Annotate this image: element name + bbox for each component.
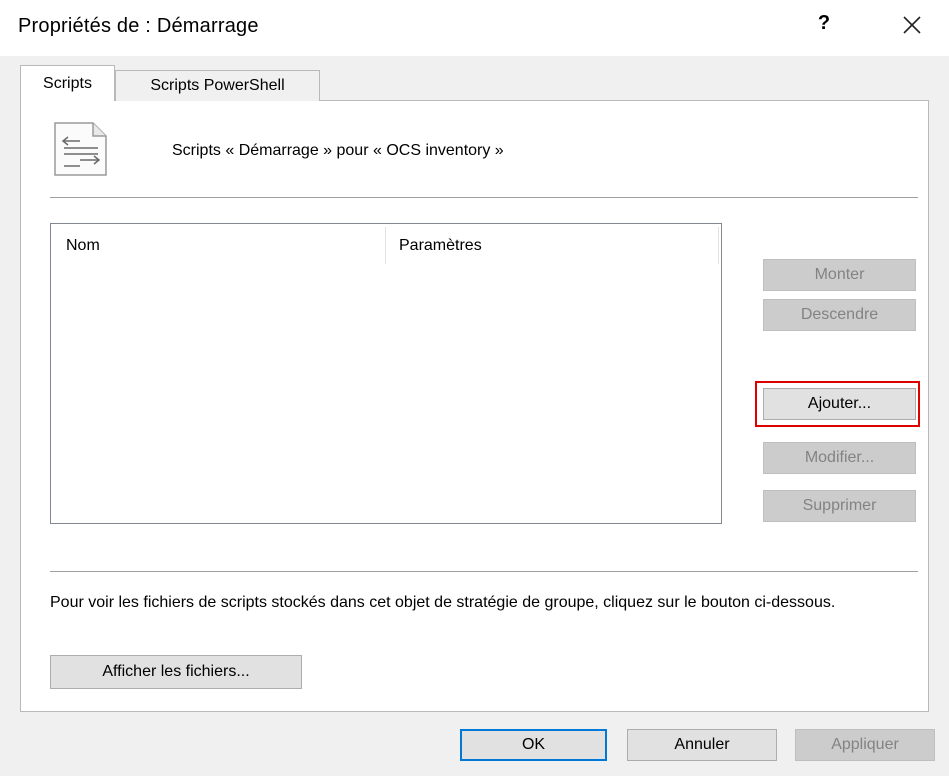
ok-button[interactable]: OK (460, 729, 607, 761)
close-button[interactable] (896, 8, 930, 42)
info-text: Pour voir les fichiers de scripts stocké… (50, 594, 836, 611)
column-separator-end (718, 227, 719, 264)
divider-top (50, 197, 918, 198)
move-up-button[interactable]: Monter (763, 259, 916, 291)
cancel-button[interactable]: Annuler (627, 729, 777, 761)
scripts-list[interactable] (50, 223, 722, 524)
move-down-button[interactable]: Descendre (763, 299, 916, 331)
apply-button[interactable]: Appliquer (795, 729, 935, 761)
delete-button[interactable]: Supprimer (763, 490, 916, 522)
divider-bottom (50, 571, 918, 572)
edit-button[interactable]: Modifier... (763, 442, 916, 474)
column-header-parameters[interactable]: Paramètres (399, 237, 482, 255)
tab-scripts-powershell[interactable]: Scripts PowerShell (115, 70, 320, 101)
scripts-header-text: Scripts « Démarrage » pour « OCS invento… (172, 142, 504, 159)
help-button[interactable]: ? (812, 12, 836, 35)
window-title: Propriétés de : Démarrage (18, 15, 259, 37)
column-separator[interactable] (385, 227, 386, 264)
show-files-button[interactable]: Afficher les fichiers... (50, 655, 302, 689)
add-button[interactable]: Ajouter... (763, 388, 916, 420)
column-header-name[interactable]: Nom (66, 237, 100, 255)
tab-scripts[interactable]: Scripts (20, 65, 115, 101)
script-file-icon (52, 121, 110, 177)
close-icon (903, 16, 921, 34)
